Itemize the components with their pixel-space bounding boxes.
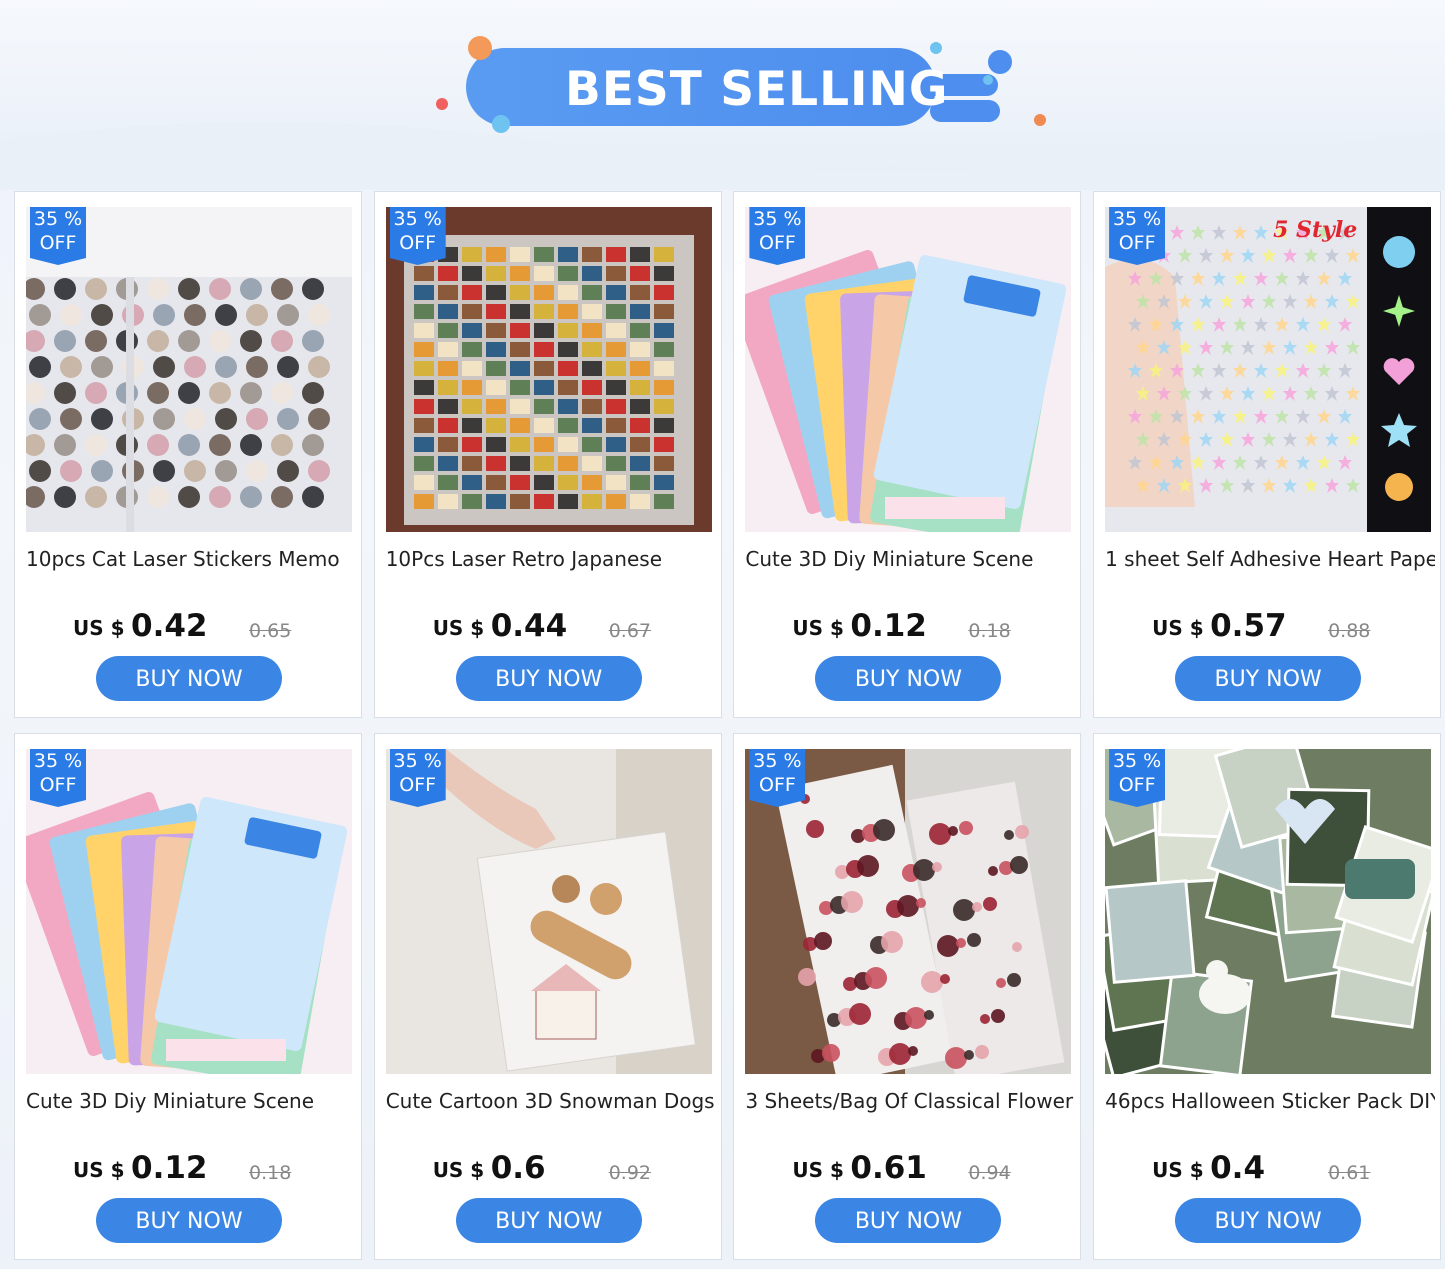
discount-badge: 35 % OFF <box>389 749 446 807</box>
currency: US $ <box>432 1158 485 1182</box>
product-title[interactable]: 10pcs Cat Laser Stickers Memo <box>26 547 356 571</box>
current-price: 0.12 <box>850 608 927 644</box>
buy-now-button[interactable]: BUY NOW <box>1175 656 1362 701</box>
product-title[interactable]: 46pcs Halloween Sticker Pack DIY <box>1105 1089 1435 1113</box>
currency: US $ <box>432 616 485 640</box>
original-price: 0.18 <box>968 620 1011 642</box>
original-price: 0.92 <box>608 1162 651 1184</box>
best-selling-page: BEST SELLING 35 % OFF 10pcs Cat Laser Stic… <box>0 0 1445 1269</box>
product-title[interactable]: Cute Cartoon 3D Snowman Dogs <box>386 1089 716 1113</box>
price-row: US $0.61 0.94 <box>792 1146 1052 1186</box>
current-price: 0.57 <box>1210 608 1287 644</box>
discount-off: OFF <box>39 774 77 796</box>
product-card[interactable]: 35 % OFF Cute Cartoon 3D Snowman Dogs US $0… <box>373 733 722 1260</box>
buy-now-button[interactable]: BUY NOW <box>455 1198 642 1243</box>
currency: US $ <box>1152 1158 1204 1182</box>
product-title[interactable]: 1 sheet Self Adhesive Heart Paper <box>1105 547 1435 571</box>
price-row: US $0.12 0.18 <box>73 1146 333 1186</box>
discount-off: OFF <box>399 774 437 796</box>
product-title[interactable]: 3 Sheets/Bag Of Classical Flower <box>745 1089 1075 1113</box>
original-price: 0.65 <box>249 620 292 642</box>
product-card[interactable]: 35 % OFF 46pcs Halloween Sticker Pack DIY U… <box>1093 733 1442 1260</box>
discount-badge: 35 % OFF <box>1109 207 1166 265</box>
discount-badge: 35 % OFF <box>1109 749 1166 807</box>
product-title[interactable]: 10Pcs Laser Retro Japanese <box>386 547 716 571</box>
product-card[interactable]: 35 % OFF 10pcs Cat Laser Stickers Memo US $… <box>14 191 362 718</box>
buy-now-button[interactable]: BUY NOW <box>96 1198 282 1243</box>
banner-title: BEST SELLING <box>565 62 949 117</box>
price-row: US $0.42 0.65 <box>73 604 333 644</box>
buy-now-button[interactable]: BUY NOW <box>815 1198 1002 1243</box>
product-card[interactable]: 35 % OFF Cute 3D Diy Miniature Scene US $0.… <box>14 733 362 1260</box>
original-price: 0.61 <box>1328 1162 1371 1184</box>
product-card[interactable]: 35 % OFF Cute 3D Diy Miniature Scene US $0.… <box>733 191 1082 718</box>
product-title[interactable]: Cute 3D Diy Miniature Scene <box>26 1089 356 1113</box>
discount-percent: 35 % <box>1112 750 1162 772</box>
price-row: US $0.57 0.88 <box>1152 604 1412 644</box>
buy-now-button[interactable]: BUY NOW <box>455 656 642 701</box>
current-price: 0.6 <box>490 1150 546 1186</box>
original-price: 0.88 <box>1328 620 1371 642</box>
product-card[interactable]: 5 Style 35 % OFF 1 sheet Self Adhesive Hear… <box>1093 191 1442 718</box>
discount-badge: 35 % OFF <box>749 749 806 807</box>
product-card[interactable]: 35 % OFF 10Pcs Laser Retro Japanese US $0.4… <box>373 191 722 718</box>
currency: US $ <box>792 1158 844 1182</box>
currency: US $ <box>73 1158 125 1182</box>
discount-badge: 35 % OFF <box>389 207 446 265</box>
original-price: 0.18 <box>249 1162 292 1184</box>
discount-percent: 35 % <box>393 208 442 230</box>
discount-off: OFF <box>1118 774 1156 796</box>
discount-off: OFF <box>39 232 77 254</box>
discount-percent: 35 % <box>393 750 442 772</box>
discount-percent: 35 % <box>753 208 802 230</box>
discount-off: OFF <box>399 232 437 254</box>
current-price: 0.44 <box>490 608 568 644</box>
current-price: 0.4 <box>1210 1150 1266 1186</box>
discount-percent: 35 % <box>1112 208 1162 230</box>
discount-off: OFF <box>758 774 796 796</box>
current-price: 0.12 <box>131 1150 208 1186</box>
discount-badge: 35 % OFF <box>30 749 86 807</box>
original-price: 0.94 <box>968 1162 1011 1184</box>
currency: US $ <box>792 616 844 640</box>
discount-badge: 35 % OFF <box>749 207 806 265</box>
discount-badge: 35 % OFF <box>30 207 86 265</box>
discount-percent: 35 % <box>33 208 83 230</box>
current-price: 0.61 <box>850 1150 927 1186</box>
product-image-caption: 5 Style <box>1273 217 1358 243</box>
currency: US $ <box>1152 616 1204 640</box>
price-row: US $0.44 0.67 <box>433 604 693 644</box>
discount-percent: 35 % <box>33 750 83 772</box>
product-title[interactable]: Cute 3D Diy Miniature Scene <box>745 547 1075 571</box>
discount-off: OFF <box>758 232 796 254</box>
price-row: US $0.4 0.61 <box>1152 1146 1412 1186</box>
current-price: 0.42 <box>131 608 208 644</box>
product-card[interactable]: 35 % OFF 3 Sheets/Bag Of Classical Flower U… <box>733 733 1082 1260</box>
buy-now-button[interactable]: BUY NOW <box>815 656 1002 701</box>
currency: US $ <box>73 616 125 640</box>
discount-percent: 35 % <box>753 750 802 772</box>
original-price: 0.67 <box>608 620 651 642</box>
discount-off: OFF <box>1118 232 1156 254</box>
price-row: US $0.6 0.92 <box>433 1146 693 1186</box>
price-row: US $0.12 0.18 <box>792 604 1052 644</box>
buy-now-button[interactable]: BUY NOW <box>1175 1198 1362 1243</box>
buy-now-button[interactable]: BUY NOW <box>96 656 282 701</box>
